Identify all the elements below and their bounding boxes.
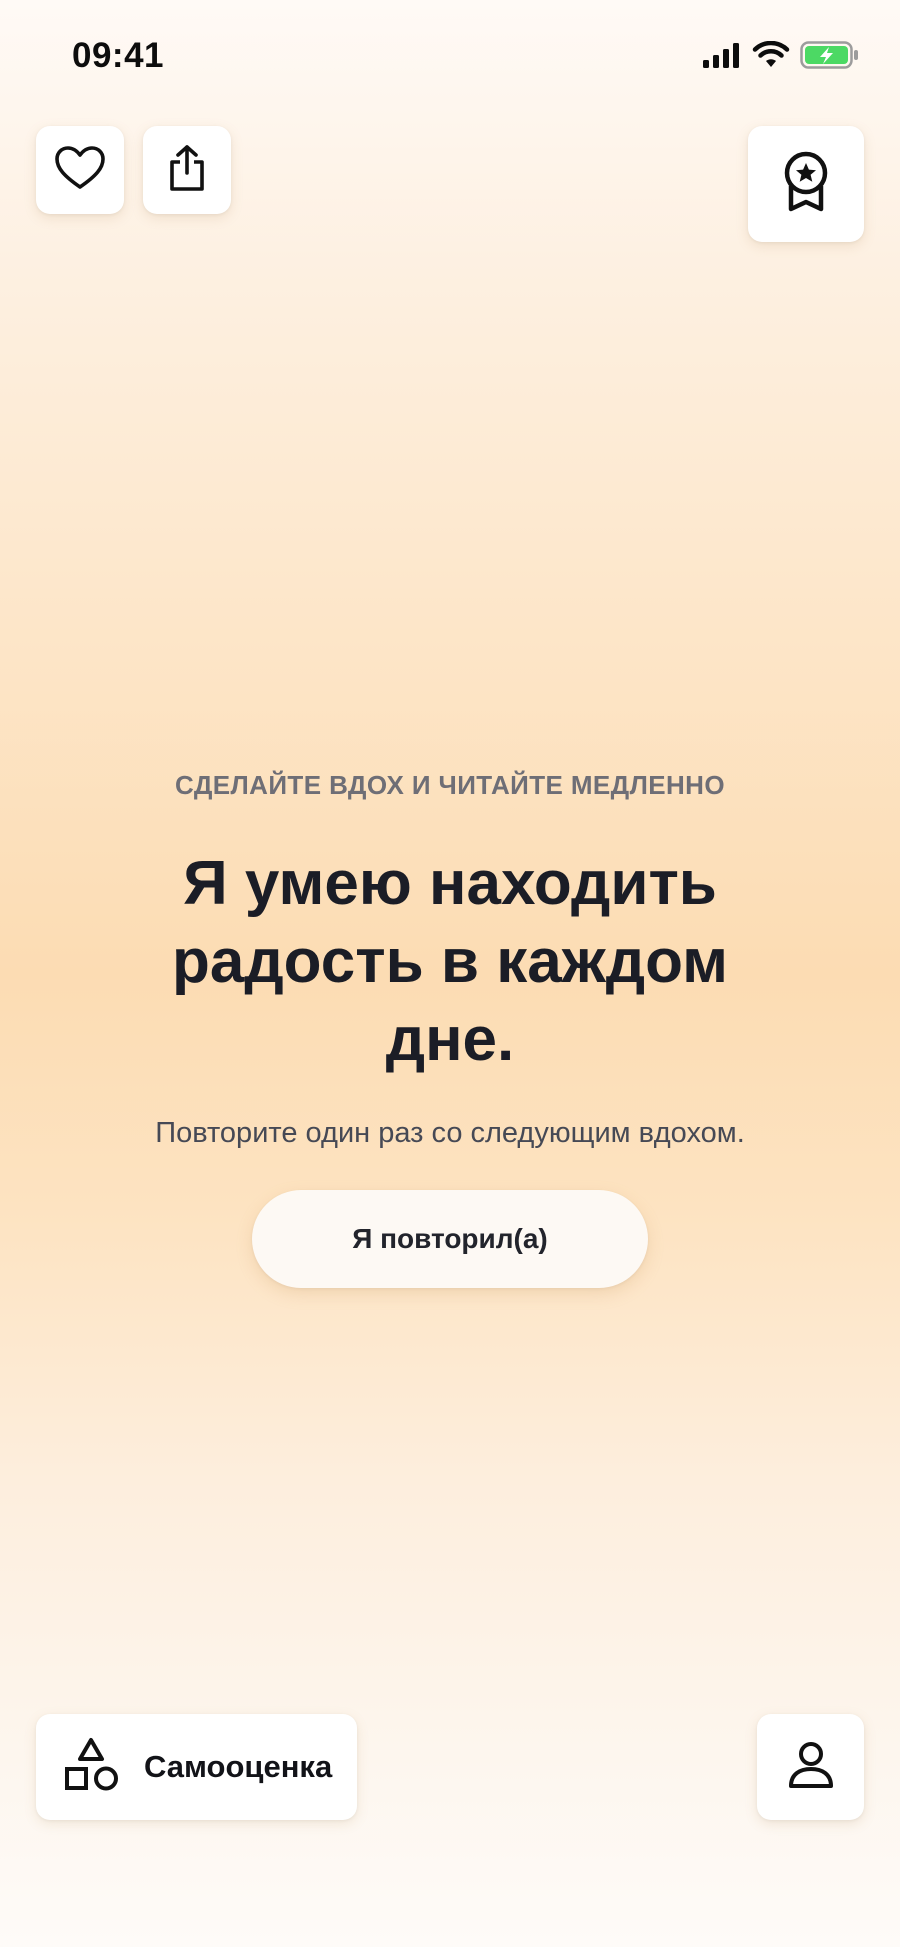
profile-button[interactable] [757,1714,864,1820]
heart-icon [54,145,106,196]
self-esteem-label: Самооценка [144,1749,333,1784]
award-ribbon-icon [780,151,832,218]
status-time: 09:41 [72,36,165,75]
status-bar: 09:41 [0,0,900,116]
signal-icon [702,41,742,74]
battery-charging-icon [800,40,860,75]
affirmation-text: Я умею находить радость в каждом дне. [171,849,729,1074]
achievements-button[interactable] [748,126,864,242]
person-icon [786,1740,836,1795]
repeat-hint: Повторите один раз со следующим вдохом. [155,1117,745,1149]
affirmation-section: СДЕЛАЙТЕ ВДОХ И ЧИТАЙТЕ МЕДЛЕННО Я умею … [0,770,900,1288]
instruction-eyebrow: СДЕЛАЙТЕ ВДОХ И ЧИТАЙТЕ МЕДЛЕННО [175,770,725,800]
wifi-icon [752,40,790,74]
share-icon [167,144,207,197]
repeated-button[interactable]: Я повторил(а) [252,1190,648,1288]
shapes-icon [62,1736,120,1799]
self-esteem-button[interactable]: Самооценка [36,1714,357,1820]
favorite-button[interactable] [36,126,124,214]
status-icons [702,40,860,75]
share-button[interactable] [143,126,231,214]
